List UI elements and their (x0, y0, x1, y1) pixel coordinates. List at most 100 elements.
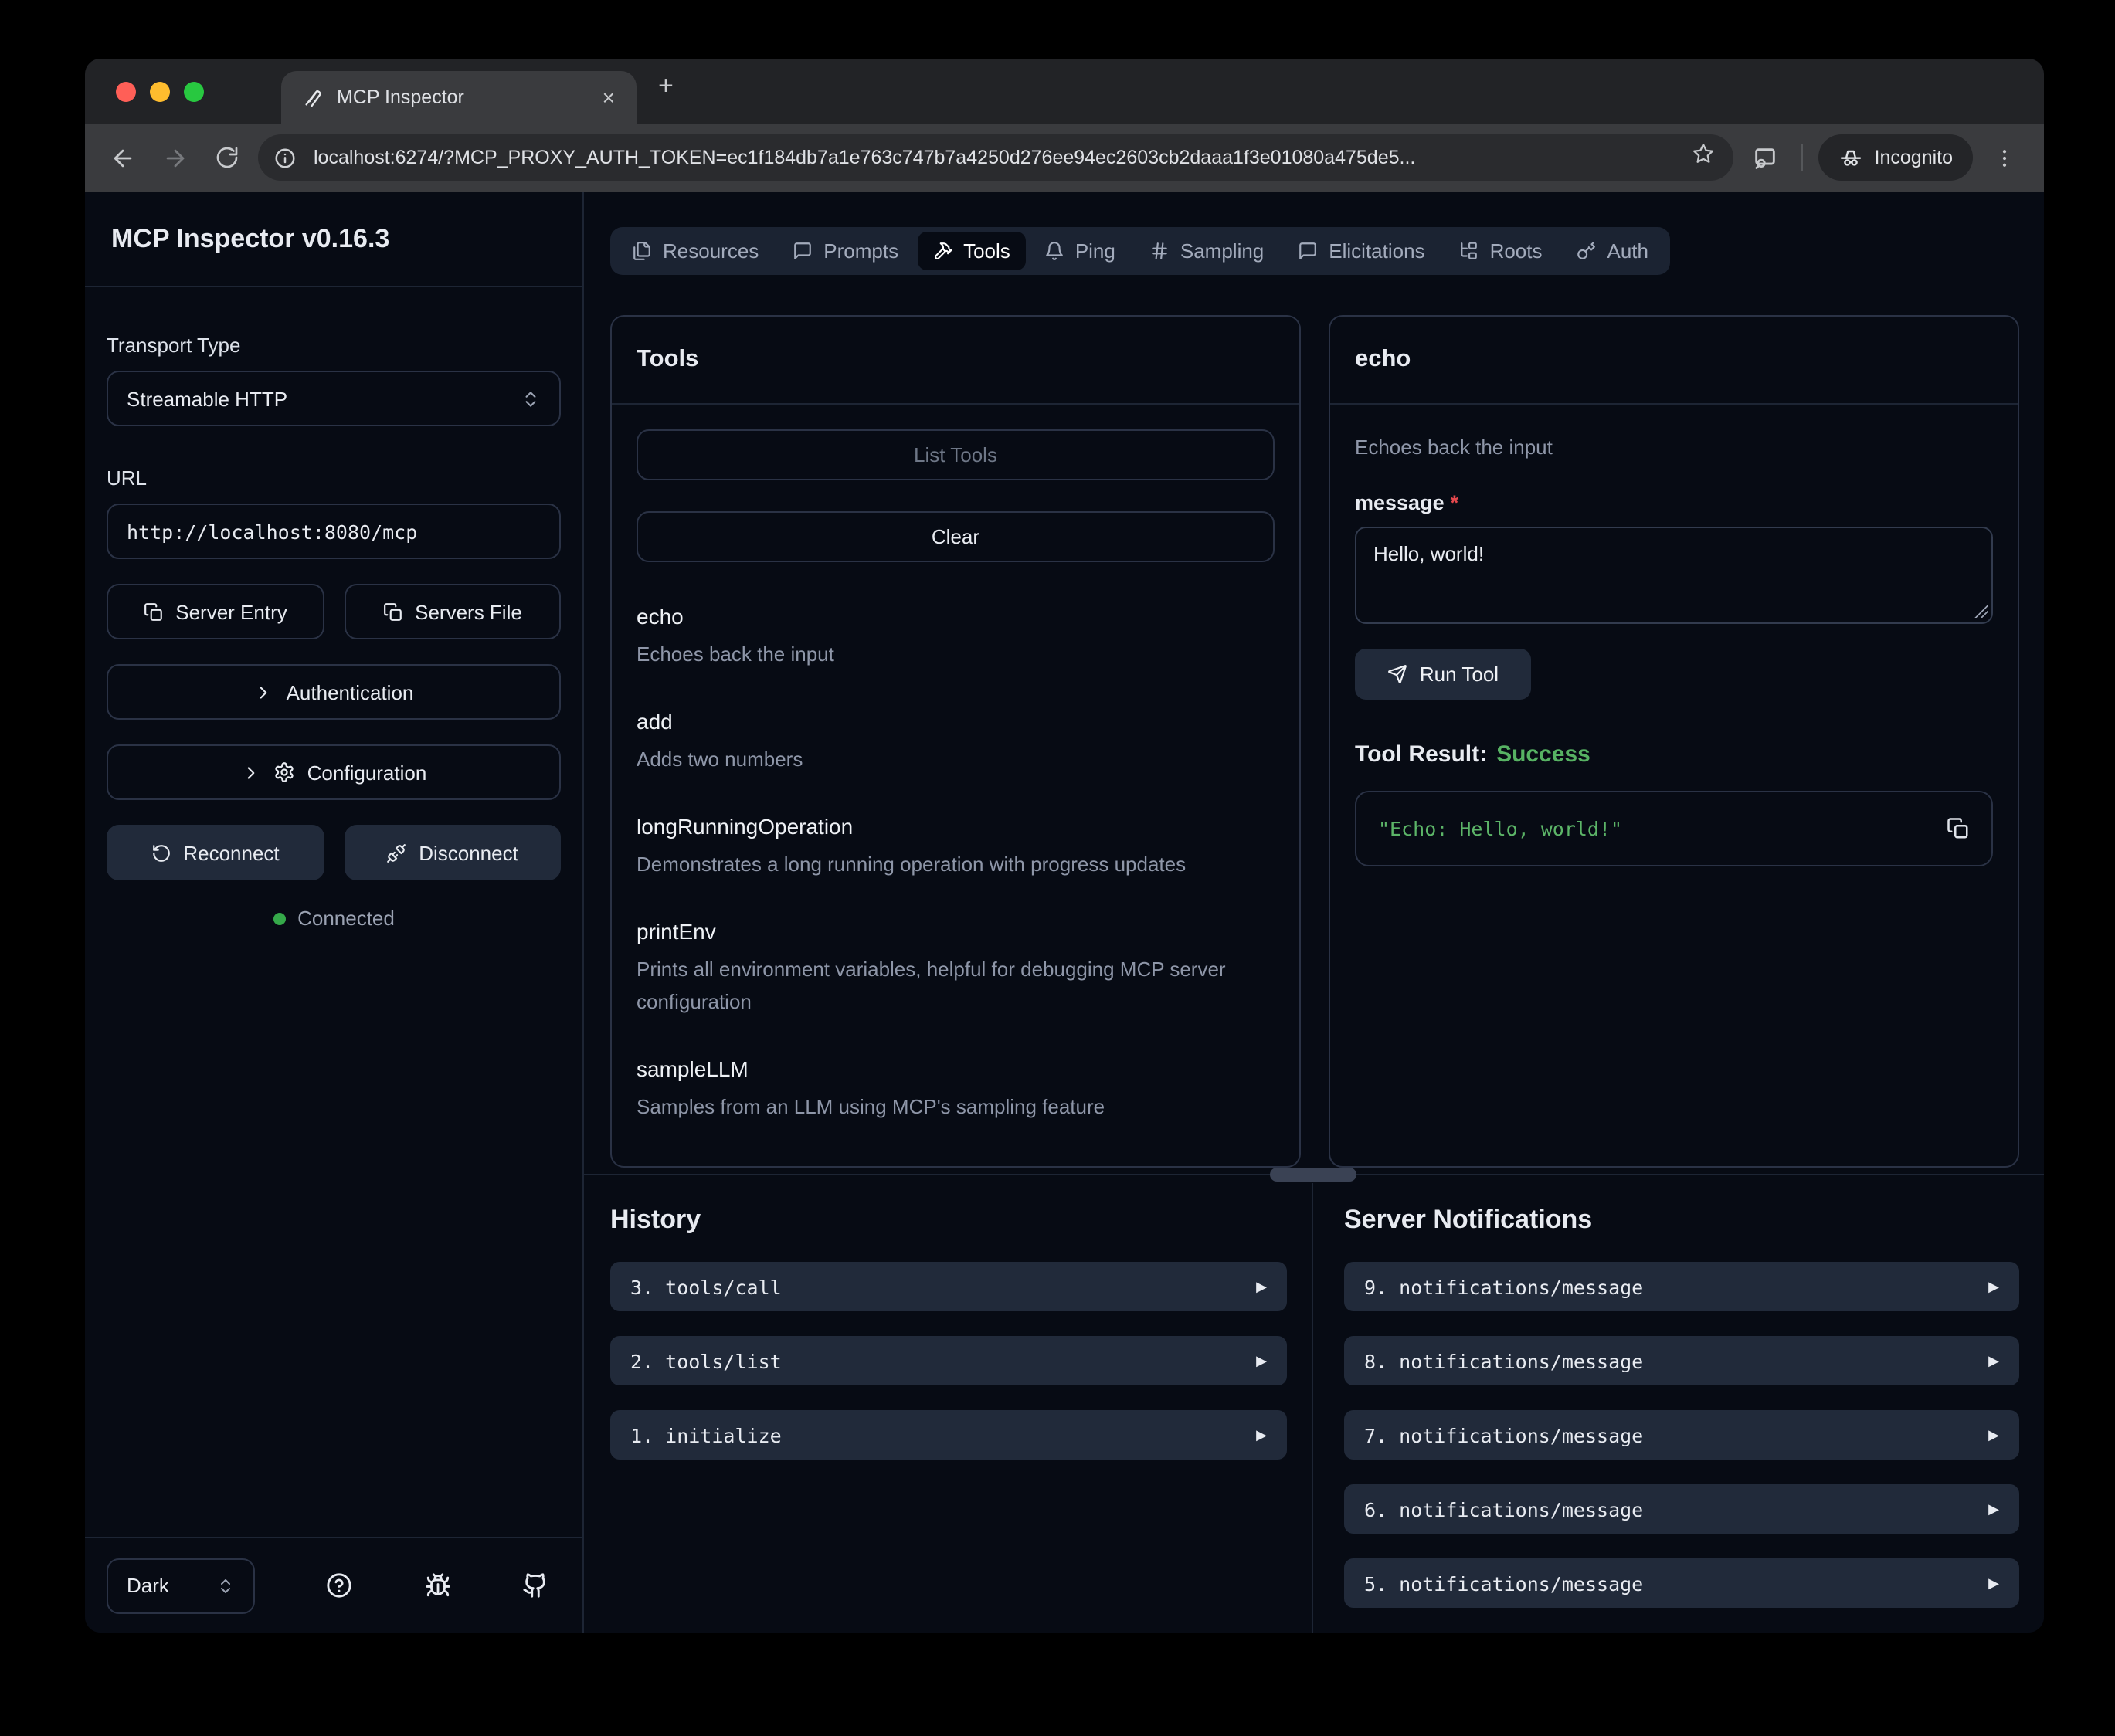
tab-ping[interactable]: Ping (1029, 232, 1131, 270)
tool-item-printenv[interactable]: printEnv Prints all environment variable… (637, 920, 1275, 1018)
minimize-window-button[interactable] (150, 81, 170, 101)
tool-item-longrunningoperation[interactable]: longRunningOperation Demonstrates a long… (637, 815, 1275, 881)
tool-result-label: Tool Result: (1355, 741, 1487, 768)
message-square-icon (793, 241, 813, 261)
resize-grip-icon[interactable] (1974, 604, 1988, 618)
new-tab-button[interactable]: + (637, 71, 674, 111)
notification-item-label: 8. notifications/message (1364, 1349, 1643, 1372)
run-tool-button[interactable]: Run Tool (1355, 649, 1531, 700)
tools-panel-body: List Tools Clear echo Echoes back the in… (612, 405, 1299, 1166)
help-icon[interactable] (327, 1572, 353, 1599)
server-notifications-section: Server Notifications 9. notifications/me… (1313, 1183, 2044, 1633)
expand-arrow-icon: ▶ (1988, 1500, 1999, 1517)
sidebar: MCP Inspector v0.16.3 Transport Type Str… (85, 192, 584, 1633)
tab-roots[interactable]: Roots (1444, 232, 1558, 270)
history-item-label: 1. initialize (630, 1423, 782, 1446)
notification-item[interactable]: 8. notifications/message ▶ (1344, 1336, 2019, 1385)
browser-tabstrip: MCP Inspector × + (85, 59, 2044, 124)
authentication-button[interactable]: Authentication (107, 664, 561, 720)
chevrons-up-down-icon (216, 1576, 235, 1595)
tool-item-samplellm[interactable]: sampleLLM Samples from an LLM using MCP'… (637, 1056, 1275, 1122)
tool-item-echo[interactable]: echo Echoes back the input (637, 604, 1275, 670)
bookmark-star-icon[interactable] (1692, 142, 1716, 173)
history-item[interactable]: 2. tools/list ▶ (610, 1336, 1287, 1385)
url-label: URL (107, 466, 561, 490)
expand-arrow-icon: ▶ (1988, 1426, 1999, 1443)
disconnect-button[interactable]: Disconnect (344, 825, 561, 880)
servers-file-button[interactable]: Servers File (344, 584, 561, 639)
forward-icon[interactable] (153, 136, 196, 179)
sidebar-header: MCP Inspector v0.16.3 (85, 192, 582, 287)
copy-result-icon[interactable] (1947, 817, 1970, 840)
browser-menu-icon[interactable] (1982, 136, 2025, 179)
tool-name: longRunningOperation (637, 815, 1275, 839)
tab-elicitations[interactable]: Elicitations (1282, 232, 1440, 270)
panels-row: Tools List Tools Clear echo Echoes back … (584, 315, 2044, 1168)
notification-item[interactable]: 5. notifications/message ▶ (1344, 1558, 2019, 1608)
authentication-label: Authentication (287, 680, 414, 704)
tab-resources[interactable]: Resources (616, 232, 774, 270)
url-input[interactable]: http://localhost:8080/mcp (107, 504, 561, 559)
close-window-button[interactable] (116, 81, 136, 101)
run-tool-label: Run Tool (1420, 663, 1499, 686)
reconnect-button[interactable]: Reconnect (107, 825, 324, 880)
address-bar[interactable]: localhost:6274/?MCP_PROXY_AUTH_TOKEN=ec1… (258, 134, 1734, 181)
bell-icon (1044, 241, 1064, 261)
zoom-window-button[interactable] (184, 81, 204, 101)
notification-item-label: 5. notifications/message (1364, 1572, 1643, 1595)
tab-tools[interactable]: Tools (917, 232, 1026, 270)
server-entry-button[interactable]: Server Entry (107, 584, 324, 639)
tab-title: MCP Inspector (337, 86, 584, 108)
tool-name: echo (637, 604, 1275, 629)
notification-item[interactable]: 6. notifications/message ▶ (1344, 1484, 2019, 1534)
folder-tree-icon (1459, 241, 1479, 261)
connection-status: Connected (107, 907, 561, 930)
notification-item[interactable]: 9. notifications/message ▶ (1344, 1262, 2019, 1311)
history-item[interactable]: 1. initialize ▶ (610, 1410, 1287, 1460)
tool-item-add[interactable]: add Adds two numbers (637, 709, 1275, 775)
clear-tools-button[interactable]: Clear (637, 511, 1275, 562)
tab-label: Prompts (823, 239, 898, 263)
tab-sampling[interactable]: Sampling (1134, 232, 1279, 270)
splitter-grip[interactable] (1270, 1168, 1356, 1182)
expand-arrow-icon: ▶ (1988, 1352, 1999, 1369)
theme-value: Dark (127, 1574, 169, 1597)
bug-icon[interactable] (424, 1572, 450, 1599)
tool-result-status: Success (1496, 741, 1590, 768)
theme-select[interactable]: Dark (107, 1558, 255, 1613)
tab-prompts[interactable]: Prompts (777, 232, 914, 270)
tools-panel-title: Tools (637, 346, 698, 372)
tools-panel-header: Tools (612, 317, 1299, 405)
servers-file-label: Servers File (415, 600, 522, 623)
rotate-ccw-icon (151, 843, 171, 863)
history-item[interactable]: 3. tools/call ▶ (610, 1262, 1287, 1311)
chevron-right-icon (254, 682, 274, 702)
window-controls (85, 65, 226, 117)
github-icon[interactable] (522, 1572, 548, 1599)
incognito-icon (1839, 145, 1864, 170)
tab-label: Sampling (1180, 239, 1264, 263)
tools-panel: Tools List Tools Clear echo Echoes back … (610, 315, 1301, 1168)
tab-auth[interactable]: Auth (1561, 232, 1665, 270)
list-tools-button[interactable]: List Tools (637, 429, 1275, 480)
browser-tab[interactable]: MCP Inspector × (281, 71, 637, 124)
chevron-right-icon (241, 762, 261, 782)
message-textarea[interactable]: Hello, world! (1355, 527, 1993, 624)
copy-icon (382, 602, 402, 622)
echo-panel-body: Echoes back the input message* Hello, wo… (1330, 405, 2018, 1166)
site-info-icon[interactable] (267, 141, 301, 175)
history-title: History (610, 1205, 1287, 1236)
horizontal-splitter[interactable] (584, 1168, 2044, 1183)
reload-icon[interactable] (205, 136, 249, 179)
incognito-badge: Incognito (1819, 134, 1973, 181)
transport-type-select[interactable]: Streamable HTTP (107, 371, 561, 426)
tab-label: Tools (963, 239, 1010, 263)
notification-item[interactable]: 7. notifications/message ▶ (1344, 1410, 2019, 1460)
echo-description: Echoes back the input (1355, 436, 1993, 459)
expand-arrow-icon: ▶ (1256, 1426, 1267, 1443)
back-icon[interactable] (100, 136, 144, 179)
transport-type-label: Transport Type (107, 334, 561, 357)
close-tab-icon[interactable]: × (596, 83, 621, 111)
search-tabs-icon[interactable] (1743, 136, 1787, 179)
configuration-button[interactable]: Configuration (107, 744, 561, 800)
